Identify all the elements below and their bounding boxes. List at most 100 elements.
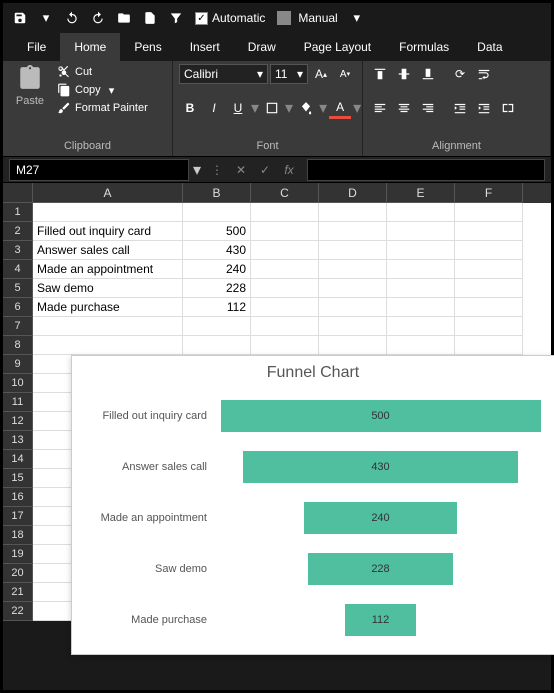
row-head[interactable]: 16 bbox=[3, 488, 33, 507]
row-head[interactable]: 22 bbox=[3, 602, 33, 621]
cell[interactable] bbox=[251, 203, 319, 222]
col-head-a[interactable]: A bbox=[33, 183, 183, 203]
cell[interactable] bbox=[33, 317, 183, 336]
cell[interactable] bbox=[251, 241, 319, 260]
cell[interactable]: 430 bbox=[183, 241, 251, 260]
filter-icon[interactable] bbox=[165, 7, 187, 29]
cell[interactable] bbox=[319, 203, 387, 222]
formula-input[interactable] bbox=[307, 159, 545, 181]
col-head-c[interactable]: C bbox=[251, 183, 319, 203]
chevron-down-icon[interactable]: ▾ bbox=[346, 7, 368, 29]
cell[interactable] bbox=[251, 260, 319, 279]
row-head[interactable]: 1 bbox=[3, 203, 33, 222]
cell[interactable] bbox=[319, 222, 387, 241]
row-head[interactable]: 3 bbox=[3, 241, 33, 260]
font-size-select[interactable]: 11▾ bbox=[270, 64, 308, 84]
row-head[interactable]: 11 bbox=[3, 393, 33, 412]
cell[interactable] bbox=[251, 298, 319, 317]
cell[interactable]: 500 bbox=[183, 222, 251, 241]
tab-file[interactable]: File bbox=[13, 33, 60, 61]
font-name-select[interactable]: Calibri▾ bbox=[179, 64, 268, 84]
col-head-d[interactable]: D bbox=[319, 183, 387, 203]
font-color-button[interactable]: A bbox=[329, 97, 351, 119]
cell[interactable] bbox=[319, 336, 387, 355]
align-center-button[interactable] bbox=[393, 97, 415, 119]
tab-formulas[interactable]: Formulas bbox=[385, 33, 463, 61]
chevron-down-icon[interactable]: ▾ bbox=[35, 7, 57, 29]
manual-checkbox[interactable]: Manual bbox=[277, 11, 337, 25]
tab-home[interactable]: Home bbox=[60, 33, 120, 61]
row-head[interactable]: 7 bbox=[3, 317, 33, 336]
cell[interactable] bbox=[251, 317, 319, 336]
cell[interactable] bbox=[319, 260, 387, 279]
fx-button[interactable]: fx bbox=[277, 163, 301, 177]
cell[interactable]: Saw demo bbox=[33, 279, 183, 298]
undo-icon[interactable] bbox=[61, 7, 83, 29]
row-head[interactable]: 10 bbox=[3, 374, 33, 393]
cell[interactable] bbox=[455, 336, 523, 355]
cell[interactable] bbox=[33, 203, 183, 222]
border-button[interactable] bbox=[261, 97, 283, 119]
col-head-e[interactable]: E bbox=[387, 183, 455, 203]
cell[interactable]: Filled out inquiry card bbox=[33, 222, 183, 241]
name-box-dropdown[interactable]: ▾ bbox=[189, 160, 205, 180]
tab-data[interactable]: Data bbox=[463, 33, 516, 61]
cancel-formula-button[interactable]: ✕ bbox=[229, 163, 253, 177]
funnel-chart[interactable]: Funnel Chart Filled out inquiry card500A… bbox=[71, 355, 554, 655]
row-head[interactable]: 20 bbox=[3, 564, 33, 583]
select-all-corner[interactable] bbox=[3, 183, 33, 203]
tab-insert[interactable]: Insert bbox=[176, 33, 234, 61]
cell[interactable] bbox=[455, 241, 523, 260]
cell[interactable] bbox=[319, 298, 387, 317]
cell[interactable] bbox=[33, 336, 183, 355]
wrap-text-button[interactable] bbox=[473, 63, 495, 85]
col-head-b[interactable]: B bbox=[183, 183, 251, 203]
align-top-button[interactable] bbox=[369, 63, 391, 85]
cell[interactable]: 228 bbox=[183, 279, 251, 298]
cell[interactable] bbox=[387, 203, 455, 222]
name-box[interactable]: M27 bbox=[9, 159, 189, 181]
align-left-button[interactable] bbox=[369, 97, 391, 119]
cell[interactable] bbox=[387, 298, 455, 317]
align-right-button[interactable] bbox=[417, 97, 439, 119]
cell[interactable]: Made an appointment bbox=[33, 260, 183, 279]
row-head[interactable]: 14 bbox=[3, 450, 33, 469]
row-head[interactable]: 4 bbox=[3, 260, 33, 279]
row-head[interactable]: 6 bbox=[3, 298, 33, 317]
cell[interactable] bbox=[319, 317, 387, 336]
cell[interactable] bbox=[319, 241, 387, 260]
cell[interactable] bbox=[455, 317, 523, 336]
cell[interactable] bbox=[455, 298, 523, 317]
increase-indent-button[interactable] bbox=[473, 97, 495, 119]
row-head[interactable]: 8 bbox=[3, 336, 33, 355]
new-icon[interactable] bbox=[139, 7, 161, 29]
cell[interactable] bbox=[455, 203, 523, 222]
automatic-checkbox[interactable]: ✓Automatic bbox=[195, 11, 265, 25]
row-head[interactable]: 18 bbox=[3, 526, 33, 545]
bold-button[interactable]: B bbox=[179, 97, 201, 119]
row-head[interactable]: 19 bbox=[3, 545, 33, 564]
cell[interactable] bbox=[183, 203, 251, 222]
save-icon[interactable] bbox=[9, 7, 31, 29]
row-head[interactable]: 13 bbox=[3, 431, 33, 450]
cell[interactable] bbox=[387, 260, 455, 279]
tab-page-layout[interactable]: Page Layout bbox=[290, 33, 385, 61]
row-head[interactable]: 21 bbox=[3, 583, 33, 602]
align-middle-button[interactable] bbox=[393, 63, 415, 85]
italic-button[interactable]: I bbox=[203, 97, 225, 119]
align-bottom-button[interactable] bbox=[417, 63, 439, 85]
underline-button[interactable]: U bbox=[227, 97, 249, 119]
cell[interactable] bbox=[319, 279, 387, 298]
row-head[interactable]: 5 bbox=[3, 279, 33, 298]
fill-color-button[interactable] bbox=[295, 97, 317, 119]
cell[interactable] bbox=[251, 279, 319, 298]
cell[interactable]: Answer sales call bbox=[33, 241, 183, 260]
cell[interactable] bbox=[387, 222, 455, 241]
cell[interactable] bbox=[387, 279, 455, 298]
decrease-indent-button[interactable] bbox=[449, 97, 471, 119]
orientation-button[interactable]: ⟳ bbox=[449, 63, 471, 85]
decrease-font-button[interactable]: A▾ bbox=[334, 63, 356, 85]
cell[interactable] bbox=[455, 222, 523, 241]
cell[interactable] bbox=[455, 260, 523, 279]
enter-formula-button[interactable]: ✓ bbox=[253, 163, 277, 177]
